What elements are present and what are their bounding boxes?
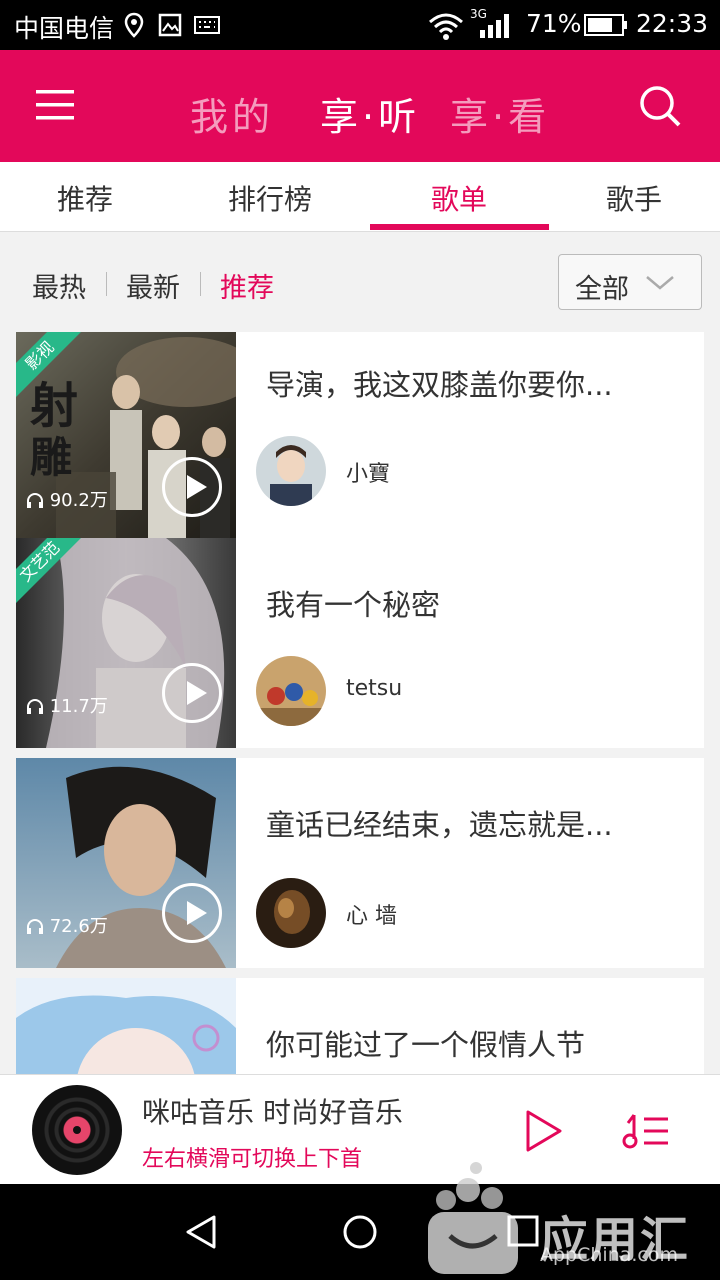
cover-image [16,978,236,1074]
subtab-recommend[interactable]: 推荐 [0,178,175,218]
playlist-title: 童话已经结束，遗忘就是... [266,808,613,842]
playlist-queue-icon[interactable] [622,1109,670,1151]
headphones-icon [27,493,43,508]
player-title: 咪咕音乐 时尚好音乐 [142,1096,403,1129]
avatar [256,878,326,948]
vinyl-hole [73,1126,81,1134]
playlist-creator: 小寶 [346,462,391,487]
playlist-cover [16,978,236,1074]
filter-recommended[interactable]: 推荐 [220,266,274,305]
tab-watch[interactable]: 享·看 [450,86,550,141]
playlist-title: 我有一个秘密 [266,588,441,622]
playlist-cover: 射 雕 影视 90.2万 [16,332,236,542]
back-icon[interactable] [184,1214,218,1250]
playlist-title: 你可能过了一个假情人节 [266,1028,586,1062]
play-button[interactable] [162,883,222,943]
play-icon[interactable] [524,1109,564,1153]
dropdown-value: 全部 [575,274,629,305]
play-button[interactable] [162,663,222,723]
tab-listen[interactable]: 享·听 [320,86,420,141]
avatar [256,656,326,726]
sub-tab-bar: 推荐 排行榜 歌单 歌手 [0,162,720,232]
filter-hottest[interactable]: 最热 [32,266,86,305]
listen-count-value: 72.6万 [49,916,108,937]
wifi-icon [429,13,463,40]
subtab-charts[interactable]: 排行榜 [180,178,360,218]
search-icon[interactable] [638,84,682,128]
signal-icon [480,14,509,38]
playlist-card[interactable]: 你可能过了一个假情人节 [16,978,704,1074]
mini-player[interactable]: 咪咕音乐 时尚好音乐 左右横滑可切换上下首 [0,1074,720,1184]
playlist-creator: tetsu [346,676,403,701]
playlist-card[interactable]: 72.6万 童话已经结束，遗忘就是... 心 墙 [16,758,704,968]
playlist-creator: 心 墙 [346,904,397,929]
listen-count-value: 11.7万 [49,696,108,717]
clock: 22:33 [636,9,709,38]
playlist-cover: 文艺范 11.7万 [16,538,236,748]
filter-divider [200,272,201,296]
headphones-icon [27,699,43,714]
playlist-list: 射 雕 影视 90.2万 导演，我这双膝盖你要你... 小寶 文艺范 11.7万… [0,332,720,1074]
recent-apps-icon[interactable] [506,1214,540,1248]
listen-count: 90.2万 [26,486,108,512]
carrier-name: 中国电信 [14,14,115,43]
listen-count: 72.6万 [26,912,108,938]
listen-count: 11.7万 [26,692,108,718]
keyboard-icon [194,16,220,34]
playlist-title: 导演，我这双膝盖你要你... [266,368,613,402]
app-header: 我的 享·听 享·看 [0,50,720,162]
playlist-card[interactable]: 文艺范 11.7万 我有一个秘密 tetsu [16,538,704,748]
filter-divider [106,272,107,296]
avatar [256,436,326,506]
filter-row: 最热 最新 推荐 全部 [0,232,720,332]
location-icon [124,12,144,38]
playlist-cover: 72.6万 [16,758,236,968]
status-bar: 中国电信 3G 71% 22:33 [0,0,720,50]
play-button[interactable] [162,457,222,517]
watermark-url: AppChina.com [540,1244,679,1266]
active-tab-indicator [370,224,549,230]
category-dropdown[interactable]: 全部 [558,254,702,310]
svg-text:雕: 雕 [30,433,72,482]
chevron-down-icon [646,276,674,290]
filter-newest[interactable]: 最新 [126,266,180,305]
player-hint: 左右横滑可切换上下首 [142,1147,363,1172]
subtab-playlists[interactable]: 歌单 [369,178,549,218]
system-nav-bar: 应用汇 AppChina.com [0,1162,720,1280]
menu-icon[interactable] [36,88,76,122]
headphones-icon [27,919,43,934]
tab-mine[interactable]: 我的 [190,86,274,141]
svg-text:射: 射 [30,378,78,434]
battery-percent: 71% [526,9,582,38]
playlist-card[interactable]: 射 雕 影视 90.2万 导演，我这双膝盖你要你... 小寶 [16,332,704,542]
home-icon[interactable] [342,1214,378,1250]
subtab-singers[interactable]: 歌手 [544,178,720,218]
listen-count-value: 90.2万 [49,490,108,511]
battery-icon [584,14,627,36]
image-icon [158,13,182,37]
